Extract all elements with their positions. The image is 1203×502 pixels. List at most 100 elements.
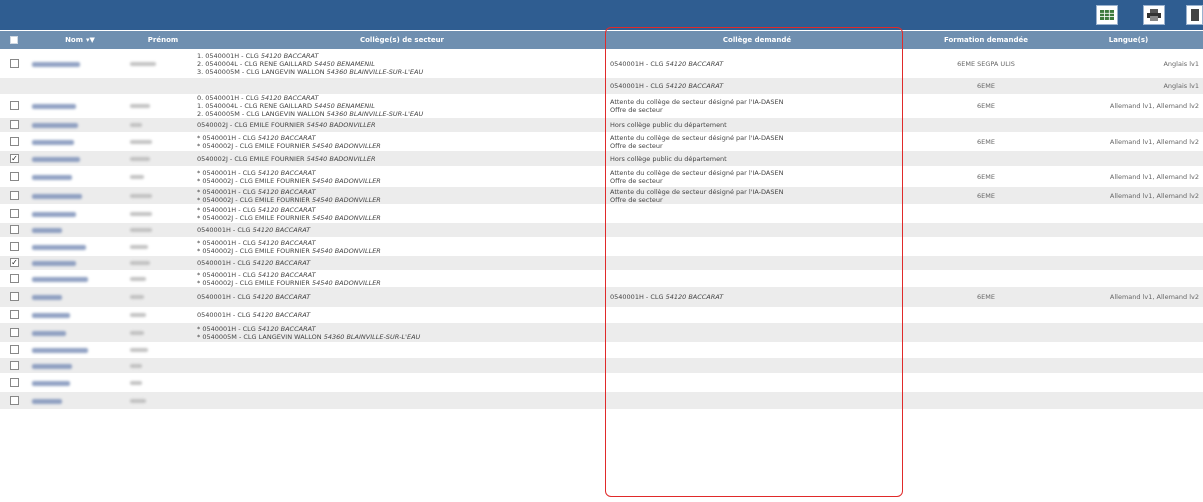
student-name-link[interactable]	[32, 157, 80, 162]
student-name-link[interactable]	[32, 348, 88, 353]
student-firstname	[130, 212, 152, 216]
print-icon[interactable]	[1143, 5, 1165, 25]
student-firstname	[130, 123, 142, 127]
langues-cell: Allemand lv1, Allemand lv2	[1109, 293, 1199, 301]
table-row[interactable]: 0540001H - CLG 54120 BACCARAT	[0, 307, 1203, 323]
college-demande-cell: Hors collège public du département	[610, 151, 910, 166]
column-header-formation[interactable]: Formation demandée	[918, 31, 1054, 49]
student-name-link[interactable]	[32, 123, 78, 128]
student-firstname	[130, 261, 150, 265]
secteur-cell: 0540001H - CLG 54120 BACCARAT	[197, 307, 597, 323]
student-firstname	[130, 348, 148, 352]
student-name-link[interactable]	[32, 331, 66, 336]
column-label: Langue(s)	[1108, 36, 1149, 44]
table-row[interactable]: 0. 0540001H - CLG 54120 BACCARAT 1. 05400…	[0, 94, 1203, 118]
table-row[interactable]: ✓ 0540002J - CLG EMILE FOURNIER 54540 BAD…	[0, 151, 1203, 166]
table-row[interactable]: * 0540001H - CLG 54120 BACCARAT * 0540002…	[0, 166, 1203, 187]
student-name-link[interactable]	[32, 212, 76, 217]
college-demande-cell: Attente du collège de secteur désigné pa…	[610, 132, 910, 151]
college-demande-cell: 0540001H - CLG 54120 BACCARAT	[610, 49, 910, 78]
secteur-cell	[197, 392, 597, 409]
table-row[interactable]: * 0540001H - CLG 54120 BACCARAT * 0540002…	[0, 270, 1203, 287]
college-demande-cell: Hors collège public du département	[610, 118, 910, 132]
table-row[interactable]	[0, 392, 1203, 409]
student-firstname	[130, 228, 152, 232]
row-checkbox[interactable]	[10, 292, 19, 301]
student-name-link[interactable]	[32, 277, 88, 282]
secteur-line: 0540001H - CLG 54120 BACCARAT	[197, 293, 311, 301]
row-checkbox[interactable]	[10, 59, 19, 68]
student-name-link[interactable]	[32, 245, 86, 250]
table-row[interactable]	[0, 342, 1203, 358]
langues-cell: Anglais lv1	[1163, 59, 1199, 68]
student-name-link[interactable]	[32, 364, 72, 369]
row-checkbox[interactable]	[10, 361, 19, 370]
row-checkbox[interactable]	[10, 191, 19, 200]
row-checkbox[interactable]	[10, 345, 19, 354]
row-checkbox[interactable]	[10, 242, 19, 251]
langues-cell: Allemand lv1, Allemand lv2	[1109, 102, 1199, 110]
export-icon[interactable]	[1186, 5, 1203, 25]
sort-down-icon[interactable]: ▾▼	[86, 31, 95, 49]
row-checkbox[interactable]	[10, 172, 19, 181]
column-header-secteur[interactable]: Collège(s) de secteur	[197, 31, 607, 49]
student-name-link[interactable]	[32, 104, 76, 109]
select-all-checkbox[interactable]	[10, 36, 18, 44]
student-firstname	[130, 175, 144, 179]
row-checkbox[interactable]	[10, 378, 19, 387]
table-row[interactable]: ✓ 0540001H - CLG 54120 BACCARAT	[0, 256, 1203, 270]
langues-cell: Allemand lv1, Allemand lv2	[1109, 137, 1199, 146]
student-name-link[interactable]	[32, 228, 62, 233]
demande-line: Attente du collège de secteur désigné pa…	[610, 187, 784, 196]
student-firstname	[130, 313, 146, 317]
row-checkbox[interactable]	[10, 225, 19, 234]
student-name-link[interactable]	[32, 295, 62, 300]
table-row[interactable]: 0540001H - CLG 54120 BACCARAT 0540001H - …	[0, 287, 1203, 307]
student-name-link[interactable]	[32, 140, 74, 145]
student-name-link[interactable]	[32, 261, 76, 266]
column-header-nom[interactable]: Nom ▾▼	[40, 31, 120, 49]
secteur-line: 0540002J - CLG EMILE FOURNIER 54540 BADO…	[197, 154, 376, 163]
student-name-link[interactable]	[32, 381, 70, 386]
table-row[interactable]: * 0540001H - CLG 54120 BACCARAT * 0540002…	[0, 132, 1203, 151]
demande-line: Attente du collège de secteur désigné pa…	[610, 168, 784, 177]
row-checkbox[interactable]	[10, 396, 19, 405]
langues-cell	[1054, 392, 1199, 409]
table-row[interactable]: 0540002J - CLG EMILE FOURNIER 54540 BADO…	[0, 118, 1203, 132]
student-name-link[interactable]	[32, 313, 70, 318]
table-row[interactable]: * 0540001H - CLG 54120 BACCARAT * 0540002…	[0, 204, 1203, 223]
row-checkbox[interactable]	[10, 209, 19, 218]
table-row[interactable]: 0540001H - CLG 54120 BACCARAT 6EME Anglais…	[0, 78, 1203, 94]
college-demande-cell	[610, 342, 910, 358]
row-checkbox[interactable]	[10, 137, 19, 146]
row-checkbox[interactable]	[10, 101, 19, 110]
student-name-link[interactable]	[32, 194, 82, 199]
table-row[interactable]: * 0540001H - CLG 54120 BACCARAT * 0540002…	[0, 187, 1203, 204]
row-checkbox[interactable]	[10, 310, 19, 319]
table-row[interactable]: 1. 0540001H - CLG 54120 BACCARAT 2. 05400…	[0, 49, 1203, 78]
secteur-line: * 0540002J - CLG EMILE FOURNIER 54540 BA…	[197, 278, 381, 287]
student-name-link[interactable]	[32, 175, 72, 180]
formation-cell	[918, 270, 1054, 287]
grid-view-icon[interactable]	[1096, 5, 1118, 25]
table-row[interactable]	[0, 373, 1203, 392]
table-row[interactable]	[0, 358, 1203, 373]
column-header-prenom[interactable]: Prénom	[128, 31, 198, 49]
student-name-link[interactable]	[32, 399, 62, 404]
student-name-link[interactable]	[32, 62, 80, 67]
formation-cell: 6EME	[977, 293, 995, 301]
college-demande-cell: 0540001H - CLG 54120 BACCARAT	[610, 287, 910, 307]
row-checkbox[interactable]: ✓	[10, 258, 19, 267]
row-checkbox[interactable]	[10, 120, 19, 129]
row-checkbox[interactable]: ✓	[10, 154, 19, 163]
column-header-demande[interactable]: Collège demandé	[607, 31, 907, 49]
table-row[interactable]: 0540001H - CLG 54120 BACCARAT	[0, 223, 1203, 237]
college-demande-cell: Attente du collège de secteur désigné pa…	[610, 94, 910, 118]
row-checkbox[interactable]	[10, 274, 19, 283]
college-demande-cell: Attente du collège de secteur désigné pa…	[610, 187, 910, 204]
secteur-cell	[197, 342, 597, 358]
table-row[interactable]: * 0540001H - CLG 54120 BACCARAT * 0540002…	[0, 237, 1203, 256]
column-header-langues[interactable]: Langue(s)	[1054, 31, 1203, 49]
table-row[interactable]: * 0540001H - CLG 54120 BACCARAT * 0540005…	[0, 323, 1203, 342]
row-checkbox[interactable]	[10, 328, 19, 337]
